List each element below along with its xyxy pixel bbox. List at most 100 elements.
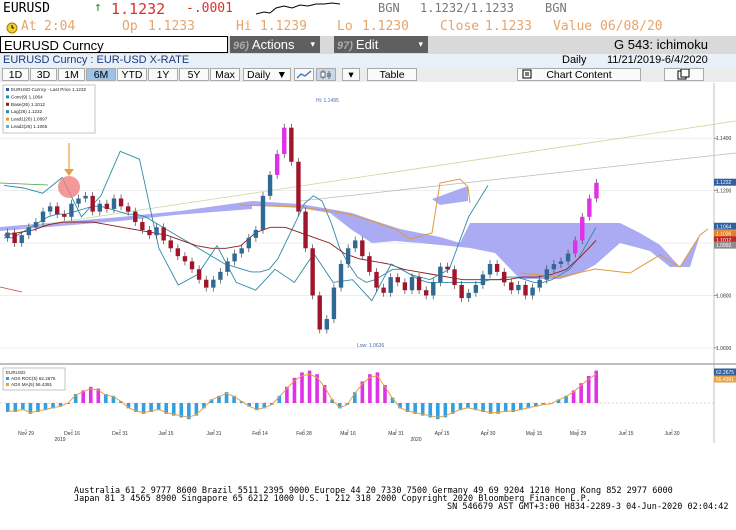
line-chart-icon[interactable]: [294, 68, 314, 81]
quote-header: EURUSD ↑ 1.1232 -.0001 BGN 1.1232/1.1233…: [0, 0, 736, 36]
x-tick-label: Dec 31: [112, 431, 128, 437]
candle-body: [409, 277, 415, 291]
candle-body: [381, 287, 386, 293]
candle-body: [296, 161, 301, 212]
candle-body: [395, 277, 400, 283]
range-5y[interactable]: 5Y: [179, 68, 209, 81]
chevron-down-icon[interactable]: ▾: [342, 68, 360, 81]
candle-body: [33, 222, 39, 228]
candle-body: [594, 182, 599, 199]
table-button[interactable]: Table: [367, 68, 417, 81]
bgn-label: BGN: [378, 1, 400, 15]
candle-body: [12, 232, 17, 244]
candle-body: [140, 222, 145, 230]
x-tick-label: May 15: [526, 431, 543, 437]
low-annotation: Low: 1.0636: [357, 343, 384, 349]
time-value: 2:04: [44, 19, 76, 34]
candle-body: [267, 174, 273, 196]
range-1m[interactable]: 1M: [58, 68, 85, 81]
legend-entry: Base(26) 1.1012: [11, 102, 45, 107]
range-3d[interactable]: 3D: [30, 68, 57, 81]
range-ytd[interactable]: YTD: [117, 68, 147, 81]
ticker: EURUSD: [3, 1, 50, 16]
x-tick-label: May 29: [570, 431, 587, 437]
lower-tag-label: 62.2675: [716, 370, 734, 376]
frequency-select[interactable]: Daily ▼: [243, 68, 291, 81]
edit-menu[interactable]: 97) Edit ▾: [334, 36, 428, 53]
candle-body: [459, 284, 464, 299]
candle-body: [168, 240, 173, 249]
candle-body: [161, 227, 166, 241]
price-tag-label: 1.1064: [716, 224, 732, 230]
settings-icon: [522, 69, 532, 82]
chart-content-label: Chart Content: [546, 69, 612, 81]
candle-body: [225, 261, 230, 272]
candle-body: [154, 227, 159, 236]
candle-body: [239, 248, 244, 254]
chevron-down-icon: ▾: [310, 39, 315, 49]
candle-body: [487, 264, 493, 275]
candle-body: [147, 229, 152, 236]
chart-legend: EURUSD Curncy - Last Price 1.1232 Conv(9)…: [2, 84, 96, 134]
range-6m[interactable]: 6M: [86, 68, 116, 81]
close-label: Close: [440, 19, 480, 34]
candle-body: [367, 256, 372, 272]
candle-chart-icon[interactable]: [316, 68, 336, 81]
ichimoku-chart-svg[interactable]: Hi: 1.1495Low: 1.0636 1.14001.12001.1000…: [0, 83, 736, 443]
range-1y[interactable]: 1Y: [148, 68, 178, 81]
candle-body: [423, 290, 429, 296]
date-range: 11/21/2019-6/4/2020: [607, 54, 708, 66]
lower-legend-title: EURUSD: [6, 370, 26, 375]
page-title: G 543: ichimoku: [614, 37, 708, 52]
candle-body: [204, 279, 209, 288]
candle-body: [317, 295, 322, 330]
candle-body: [360, 240, 365, 257]
candle-body: [104, 203, 110, 209]
chart-area: Hi: 1.1495Low: 1.0636 1.14001.12001.1000…: [0, 83, 736, 443]
x-tick-label: Jun 30: [664, 431, 679, 437]
bid-ask: 1.1232/1.1233: [420, 1, 514, 15]
edit-number: 97): [337, 40, 353, 52]
candle-body: [133, 211, 138, 223]
edit-label: Edit: [355, 37, 379, 52]
candle-body: [90, 195, 95, 212]
candle-body: [565, 253, 571, 262]
period: Daily: [562, 54, 587, 66]
security-description: EURUSD Curncy : EUR-USD X-RATE: [3, 54, 190, 66]
low-value: 1.1230: [362, 19, 409, 34]
candle-body: [338, 264, 344, 288]
candle-body: [572, 240, 578, 254]
candle-body: [5, 232, 10, 238]
chart-content-button[interactable]: Chart Content: [517, 68, 641, 81]
candle-body: [175, 248, 181, 257]
alarm-clock-icon[interactable]: [5, 19, 19, 34]
candle-body: [438, 266, 443, 283]
candle-body: [388, 277, 393, 293]
frequency-value: Daily: [247, 69, 271, 81]
candle-body: [111, 198, 117, 209]
range-1d[interactable]: 1D: [2, 68, 29, 81]
legend-swatch: [6, 125, 9, 128]
y-tick-label: 1.1200: [716, 189, 732, 195]
legend-entry: Conv(9) 1.1064: [11, 94, 43, 99]
candle-body: [274, 153, 280, 175]
highlight-circle: [58, 176, 80, 198]
high-label: Hi: [236, 19, 252, 34]
candle-body: [76, 198, 81, 204]
candle-body: [537, 279, 542, 288]
candle-body: [55, 206, 60, 215]
range-max[interactable]: Max: [210, 68, 240, 81]
candle-body: [416, 277, 422, 291]
candle-body: [544, 269, 549, 280]
pages-icon[interactable]: [664, 68, 704, 81]
bgn-label-2: BGN: [545, 1, 567, 15]
candle-body: [26, 227, 32, 236]
candle-body: [530, 287, 535, 296]
candle-body: [402, 282, 408, 291]
net-change: -.0001: [186, 1, 233, 16]
candle-body: [303, 211, 308, 249]
lower-legend-entry: ADX MA(5) 56.4391: [11, 382, 53, 387]
candle-body: [19, 235, 24, 244]
security-field[interactable]: EURUSD Curncy: [0, 36, 228, 53]
actions-menu[interactable]: 96) Actions ▾: [230, 36, 320, 53]
